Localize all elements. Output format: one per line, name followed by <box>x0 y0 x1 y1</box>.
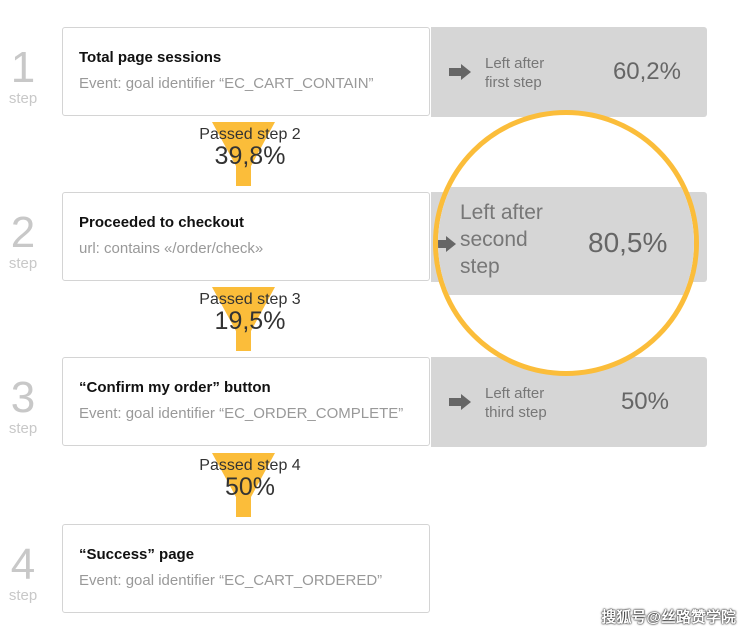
left-panel-1: Left after first step 60,2% <box>431 27 707 117</box>
funnel-passed-3: Passed step 3 19,5% <box>180 285 320 351</box>
step-title: Total page sessions <box>79 49 222 66</box>
step-desc: url: contains «/order/check» <box>79 240 264 257</box>
step-card-4[interactable]: “Success” page Event: goal identifier “EC… <box>62 524 430 613</box>
step-number: 4 <box>10 540 36 589</box>
step-card-2[interactable]: Proceeded to checkout url: contains «/ord… <box>62 192 430 281</box>
step-desc: Event: goal identifier “EC_ORDER_COMPLET… <box>79 405 404 422</box>
arrow-right-icon <box>449 394 471 410</box>
passed-percent: 50% <box>224 473 276 501</box>
left-percent: 60,2% <box>612 58 681 85</box>
left-label: Left after third step <box>485 384 547 422</box>
left-percent: 50% <box>620 388 669 415</box>
step-number-4: 4 step <box>0 540 46 605</box>
step-desc: Event: goal identifier “EC_CART_CONTAIN” <box>79 75 374 92</box>
passed-percent: 19,5% <box>214 307 286 335</box>
left-label-line: step <box>460 255 500 278</box>
left-label: Left after first step <box>485 54 544 92</box>
step-number: 2 <box>10 208 36 257</box>
passed-percent: 39,8% <box>214 142 286 170</box>
step-label: step <box>8 420 38 437</box>
step-title: “Success” page <box>79 546 195 563</box>
left-label-line: Left after <box>485 385 545 402</box>
funnel-passed-2: Passed step 2 39,8% <box>180 120 320 186</box>
watermark: 搜狐号@丝路赞学院 <box>601 609 736 626</box>
step-title: “Confirm my order” button <box>79 379 271 396</box>
step-number-1: 1 step <box>0 43 46 108</box>
step-desc: Event: goal identifier “EC_CART_ORDERED” <box>79 572 383 589</box>
step-title: Proceeded to checkout <box>79 214 245 231</box>
funnel-passed-4: Passed step 4 50% <box>180 451 320 517</box>
left-label-line: Left after <box>485 55 545 72</box>
step-number-3: 3 step <box>0 373 46 438</box>
step-card-1[interactable]: Total page sessions Event: goal identifie… <box>62 27 430 116</box>
left-percent: 80,5% <box>588 227 668 258</box>
step-label: step <box>8 587 38 604</box>
magnifier-highlight: Left after second step 80,5% <box>433 110 699 376</box>
arrow-right-icon <box>449 64 471 80</box>
left-label-line: second <box>460 228 528 251</box>
left-label-line: Left after <box>460 201 543 224</box>
left-label-line: first step <box>485 74 542 91</box>
step-label: step <box>8 255 38 272</box>
arrow-right-icon <box>438 236 456 252</box>
step-label: step <box>8 90 38 107</box>
step-number: 1 <box>10 43 36 92</box>
step-number: 3 <box>10 373 36 422</box>
left-label: Left after second step <box>460 199 543 280</box>
step-number-2: 2 step <box>0 208 46 273</box>
left-label-line: third step <box>485 404 547 421</box>
step-card-3[interactable]: “Confirm my order” button Event: goal ide… <box>62 357 430 446</box>
